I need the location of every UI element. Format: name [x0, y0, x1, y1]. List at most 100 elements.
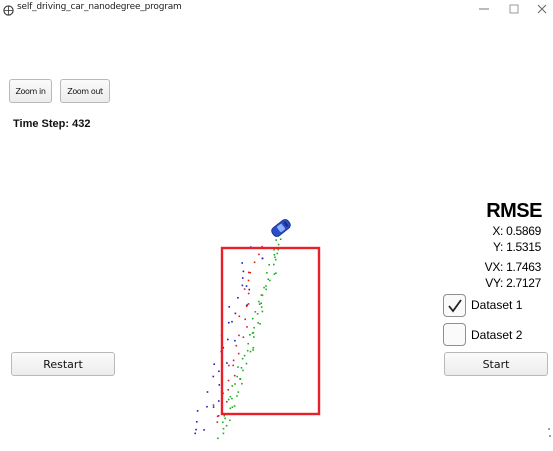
estimate-point [251, 332, 254, 334]
restart-button[interactable]: Restart [11, 352, 115, 376]
radar-point [206, 405, 208, 408]
estimate-point [246, 349, 249, 352]
estimate-point [258, 300, 260, 303]
estimate-point [279, 238, 282, 240]
radar-point [237, 297, 239, 299]
radar-point [195, 428, 197, 431]
lidar-point [227, 389, 229, 391]
radar-point [250, 246, 252, 248]
radar-point [206, 391, 209, 393]
estimate-point [241, 382, 243, 385]
estimate-point [225, 424, 228, 427]
zoom-in-button[interactable]: Zoom in [9, 79, 52, 103]
dataset-2-checkbox[interactable] [443, 323, 466, 346]
estimate-point [261, 294, 264, 297]
lidar-point [237, 352, 240, 355]
minimize-icon[interactable] [470, 0, 498, 18]
estimate-point [277, 243, 280, 246]
estimate-point [277, 248, 280, 251]
lidar-point [238, 315, 241, 318]
estimate-point [275, 272, 277, 274]
simulation-canvas [194, 219, 551, 440]
lidar-point [247, 279, 250, 282]
estimate-point [233, 405, 236, 407]
estimate-point [251, 317, 254, 320]
lidar-point [212, 404, 215, 406]
estimate-point [253, 326, 255, 329]
lidar-point [233, 374, 236, 377]
estimate-point [274, 256, 276, 259]
maximize-icon[interactable] [500, 0, 528, 18]
estimate-point [261, 310, 264, 313]
estimate-point [269, 279, 271, 282]
estimate-point [265, 288, 267, 291]
radar-point [218, 384, 221, 386]
estimate-point [247, 342, 249, 345]
radar-point [228, 306, 230, 308]
time-step-label: Time Step: 432 [13, 118, 91, 130]
radar-point [228, 321, 230, 324]
lidar-point [242, 336, 245, 338]
lidar-point [232, 364, 234, 367]
radar-point [234, 312, 237, 315]
radar-point [213, 363, 215, 365]
radar-point [231, 320, 233, 323]
dataset-2-label: Dataset 2 [471, 328, 523, 342]
title-bar: self_driving_car_nanodegree_program [0, 0, 553, 18]
lidar-point [232, 359, 235, 362]
estimate-point [249, 350, 252, 353]
radar-point [245, 285, 248, 287]
dataset-1-checkbox[interactable] [443, 294, 466, 317]
estimate-point [223, 415, 226, 417]
estimate-point [227, 398, 230, 401]
lidar-point [217, 415, 220, 417]
lidar-point [238, 334, 240, 337]
estimate-point [217, 437, 219, 440]
estimate-point [256, 313, 259, 315]
estimate-point [273, 254, 276, 256]
radar-point [226, 362, 228, 364]
lidar-point [216, 415, 219, 418]
estimate-point [259, 323, 261, 325]
radar-point [241, 262, 243, 264]
close-icon[interactable] [528, 0, 553, 18]
estimate-point [253, 336, 255, 338]
estimate-point [231, 397, 233, 400]
lidar-point [228, 364, 230, 367]
estimate-point [222, 432, 225, 435]
lidar-point [244, 318, 246, 321]
rmse-vy: VY: 2.7127 [485, 276, 541, 290]
estimate-point [268, 264, 270, 266]
estimate-point [276, 252, 279, 255]
zoom-out-button[interactable]: Zoom out [60, 79, 110, 103]
lidar-point [247, 271, 250, 274]
lidar-point [243, 288, 246, 290]
dataset-1-label: Dataset 1 [471, 298, 523, 312]
estimate-point [224, 417, 226, 420]
radar-point [246, 304, 248, 306]
start-button[interactable]: Start [444, 352, 548, 376]
rmse-y: Y: 1.5315 [492, 240, 541, 254]
radar-point [222, 346, 225, 349]
estimate-point [240, 367, 243, 369]
estimate-point [239, 378, 242, 380]
lidar-point [222, 392, 224, 395]
lidar-point [227, 379, 230, 382]
car-icon [271, 219, 291, 237]
radar-point [212, 406, 215, 408]
edge-marks [548, 428, 551, 437]
radar-point [218, 400, 220, 402]
radar-point [261, 257, 264, 260]
checkmark-icon [448, 299, 462, 313]
radar-point [227, 338, 229, 341]
lidar-point [247, 292, 250, 295]
radar-point [212, 375, 215, 378]
estimate-point [249, 334, 251, 336]
highlight-box [220, 246, 321, 416]
lidar-point [226, 400, 228, 403]
radar-point [242, 270, 245, 273]
estimate-point [229, 407, 232, 410]
radar-point [196, 421, 198, 423]
lidar-point [258, 253, 260, 256]
estimate-point [266, 272, 268, 274]
